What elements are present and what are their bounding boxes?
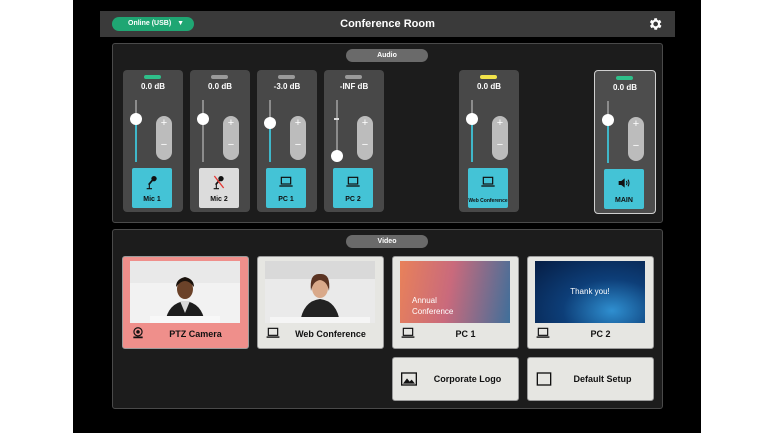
plus-icon[interactable]: + (357, 117, 373, 129)
room-title: Conference Room (340, 18, 435, 30)
source-label: PC 1 (455, 329, 476, 339)
trim-control[interactable]: + − (357, 116, 373, 160)
pc-2-preview-thumbnail: Thank you! (535, 261, 645, 323)
trim-control[interactable]: + − (628, 117, 644, 161)
app-window: Online (USB) ▼ Conference Room Audio 0.0… (73, 0, 701, 433)
channel-name: Web Conference (468, 198, 508, 204)
laptop-icon (401, 327, 415, 338)
channel-button-main[interactable]: MAIN (604, 169, 644, 209)
corporate-logo-button[interactable]: Corporate Logo (392, 357, 519, 401)
source-label: Web Conference (295, 329, 366, 339)
minus-icon[interactable]: − (492, 139, 508, 151)
minus-icon[interactable]: − (223, 139, 239, 151)
default-setup-button[interactable]: Default Setup (527, 357, 654, 401)
video-source-pc-2[interactable]: Thank you! PC 2 (527, 256, 654, 349)
audio-panel: Audio 0.0 dB + − Mic 1 0.0 dB + − Mic 2 … (112, 43, 663, 223)
channel-button-pc-1[interactable]: PC 1 (266, 168, 306, 208)
video-section-label: Video (346, 235, 428, 248)
laptop-icon (279, 176, 293, 187)
source-label: PTZ Camera (169, 329, 222, 339)
slide-title-line-2: Conference (412, 307, 454, 316)
video-panel: Video PTZ Camera Web Conference Annual C… (112, 229, 663, 409)
channel-name: PC 1 (278, 196, 294, 203)
slide-thank-you-text: Thank you! (570, 287, 610, 296)
minus-icon[interactable]: − (357, 139, 373, 151)
audio-section-label: Audio (346, 49, 428, 62)
plus-icon[interactable]: + (223, 117, 239, 129)
channel-name: Mic 2 (210, 196, 228, 203)
blank-square-icon (536, 372, 552, 386)
channel-strip-web-conference: 0.0 dB + − Web Conference (459, 70, 519, 212)
channel-strip-mic-2: 0.0 dB + − Mic 2 (190, 70, 250, 212)
fader-knob[interactable] (466, 113, 478, 125)
gear-icon[interactable] (647, 16, 663, 32)
fader-track[interactable] (607, 101, 609, 163)
web-conference-preview-thumbnail (265, 261, 375, 323)
signal-indicator (278, 75, 295, 79)
laptop-icon (481, 176, 495, 187)
trim-control[interactable]: + − (492, 116, 508, 160)
signal-indicator (345, 75, 362, 79)
channel-strip-main: 0.0 dB + − MAIN (594, 70, 656, 214)
camera-preview-thumbnail (130, 261, 240, 323)
trim-control[interactable]: + − (290, 116, 306, 160)
speaker-icon (618, 178, 630, 188)
signal-indicator (144, 75, 161, 79)
fader-knob[interactable] (197, 113, 209, 125)
plus-icon[interactable]: + (156, 117, 172, 129)
channel-button-mic-2[interactable]: Mic 2 (199, 168, 239, 208)
action-label: Default Setup (573, 374, 632, 384)
top-bar: Online (USB) ▼ Conference Room (100, 11, 675, 37)
channel-name: MAIN (615, 197, 633, 204)
fader-track[interactable] (202, 100, 204, 162)
fader-track[interactable] (269, 100, 271, 162)
level-readout: 0.0 dB (612, 83, 637, 92)
minus-icon[interactable]: − (628, 140, 644, 152)
channel-name: Mic 1 (143, 196, 161, 203)
image-icon (401, 372, 417, 386)
signal-indicator (616, 76, 633, 80)
pc-1-preview-thumbnail: Annual Conference (400, 261, 510, 323)
laptop-icon (266, 327, 280, 338)
plus-icon[interactable]: + (290, 117, 306, 129)
plus-icon[interactable]: + (492, 117, 508, 129)
level-readout: 0.0 dB (476, 82, 501, 91)
fader-knob[interactable] (602, 114, 614, 126)
fader-knob[interactable] (331, 150, 343, 162)
fader-tick (334, 118, 339, 120)
ptz-camera-icon (133, 327, 143, 339)
minus-icon[interactable]: − (290, 139, 306, 151)
action-label: Corporate Logo (433, 374, 502, 384)
level-readout: 0.0 dB (140, 82, 165, 91)
level-readout: -3.0 dB (273, 82, 301, 91)
fader-track[interactable] (471, 100, 473, 162)
slide-title-line-1: Annual (412, 296, 437, 305)
level-readout: -INF dB (339, 82, 369, 91)
trim-control[interactable]: + − (223, 116, 239, 160)
channel-strip-mic-1: 0.0 dB + − Mic 1 (123, 70, 183, 212)
minus-icon[interactable]: − (156, 139, 172, 151)
channel-button-mic-1[interactable]: Mic 1 (132, 168, 172, 208)
source-label: PC 2 (590, 329, 611, 339)
signal-indicator (211, 75, 228, 79)
video-source-web-conference[interactable]: Web Conference (257, 256, 384, 349)
channel-button-pc-2[interactable]: PC 2 (333, 168, 373, 208)
channel-strip-pc-1: -3.0 dB + − PC 1 (257, 70, 317, 212)
laptop-icon (346, 176, 360, 187)
fader-knob[interactable] (264, 117, 276, 129)
video-source-pc-1[interactable]: Annual Conference PC 1 (392, 256, 519, 349)
channel-button-web-conference[interactable]: Web Conference (468, 168, 508, 208)
fader-track[interactable] (135, 100, 137, 162)
microphone-icon (146, 176, 157, 190)
video-source-ptz-camera[interactable]: PTZ Camera (122, 256, 249, 349)
plus-icon[interactable]: + (628, 118, 644, 130)
fader-knob[interactable] (130, 113, 142, 125)
signal-indicator (480, 75, 497, 79)
laptop-icon (536, 327, 550, 338)
level-readout: 0.0 dB (207, 82, 232, 91)
channel-name: PC 2 (345, 196, 361, 203)
channel-strip-pc-2: -INF dB + − PC 2 (324, 70, 384, 212)
trim-control[interactable]: + − (156, 116, 172, 160)
microphone-muted-icon (213, 175, 225, 190)
